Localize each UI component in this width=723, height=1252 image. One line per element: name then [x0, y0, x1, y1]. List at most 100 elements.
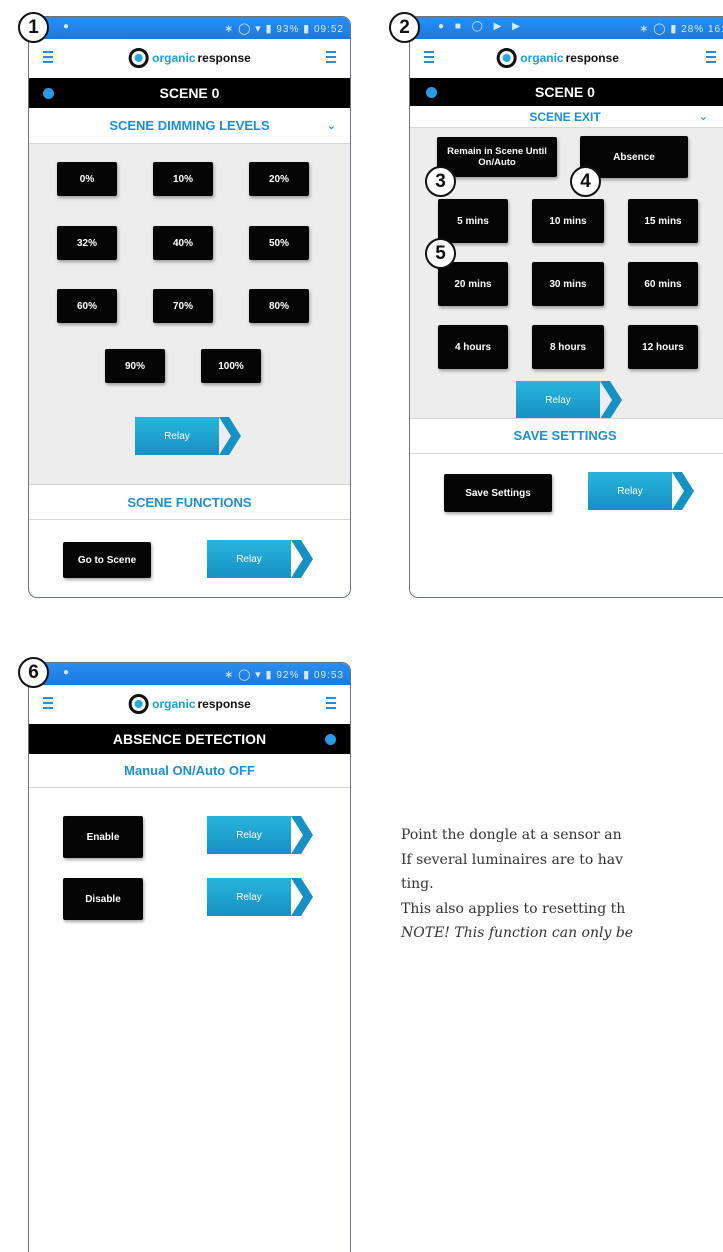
clock: 09:53: [313, 670, 344, 681]
section-header-mode: Manual ON/Auto OFF: [29, 754, 350, 788]
level-0-button[interactable]: 0%: [57, 162, 117, 196]
bluetooth-icon: ∗: [224, 669, 235, 681]
page-title: SCENE 0: [535, 84, 595, 100]
time-4-hours-button[interactable]: 4 hours: [438, 325, 508, 369]
remain-in-scene-button[interactable]: Remain in Scene Until On/Auto: [437, 137, 557, 177]
relay-button-enable[interactable]: Relay: [207, 814, 315, 856]
section-title: SCENE DIMMING LEVELS: [109, 118, 270, 133]
relay-button-disable[interactable]: Relay: [207, 876, 315, 918]
relay-label: Relay: [135, 417, 219, 455]
level-40-button[interactable]: 40%: [153, 226, 213, 260]
alarm-icon: ◯: [238, 669, 252, 681]
notification-icon: ●: [63, 667, 74, 678]
time-60-mins-button[interactable]: 60 mins: [628, 262, 698, 306]
signal-icon: ▮: [265, 23, 273, 35]
level-70-button[interactable]: 70%: [153, 289, 213, 323]
level-60-button[interactable]: 60%: [57, 289, 117, 323]
level-20-button[interactable]: 20%: [249, 162, 309, 196]
relay-button-secondary[interactable]: Relay: [207, 538, 315, 580]
battery-icon: ▮: [303, 669, 311, 681]
level-100-button[interactable]: 100%: [201, 349, 261, 383]
dimming-panel: 0% 10% 20% 32% 40% 50% 60% 70% 80% 90% 1…: [29, 144, 350, 407]
wifi-icon: ▾: [255, 669, 262, 681]
logo-mark-icon: [128, 48, 149, 68]
app-header: organic response: [29, 685, 350, 724]
status-indicators: ∗ ◯ ▮ 28% 16:59: [639, 22, 723, 35]
level-10-button[interactable]: 10%: [153, 162, 213, 196]
brand-logo: organic response: [496, 48, 619, 68]
brand-name-part2: response: [197, 697, 251, 711]
chevron-right-icon: [291, 540, 313, 578]
chevron-right-icon: [291, 878, 313, 916]
brand-name-part2: response: [565, 51, 619, 65]
status-bar: ● ■ ◯ ▶ ▶ ∗ ◯ ▮ 28% 16:59: [410, 17, 723, 39]
time-12-hours-button[interactable]: 12 hours: [628, 325, 698, 369]
section-title: Manual ON/Auto OFF: [124, 763, 255, 778]
time-20-mins-button[interactable]: 20 mins: [438, 262, 508, 306]
go-to-scene-button[interactable]: Go to Scene: [63, 542, 151, 578]
chevron-down-icon[interactable]: ⌄: [327, 108, 336, 144]
signal-icon: ▮: [670, 23, 678, 35]
time-30-mins-button[interactable]: 30 mins: [532, 262, 604, 306]
menu-icon[interactable]: [43, 51, 53, 63]
relay-label: Relay: [516, 381, 600, 419]
level-50-button[interactable]: 50%: [249, 226, 309, 260]
wifi-icon: ▾: [255, 23, 262, 35]
settings-menu-icon[interactable]: [706, 51, 716, 63]
battery-icon: ▮: [303, 23, 311, 35]
settings-menu-icon[interactable]: [326, 697, 336, 709]
body-text-line: If several luminaires are to hav: [401, 852, 624, 868]
brand-name-part1: organic: [520, 51, 564, 65]
chevron-down-icon[interactable]: ⌄: [699, 106, 708, 128]
section-header-save: SAVE SETTINGS: [410, 418, 723, 454]
chevron-right-icon: [672, 472, 694, 510]
step-badge-5: 5: [425, 238, 456, 269]
menu-icon[interactable]: [424, 51, 434, 63]
relay-label: Relay: [207, 816, 291, 854]
clock: 09:52: [313, 24, 344, 35]
brand-logo: organic response: [128, 694, 251, 714]
step-badge-2: 2: [389, 12, 420, 43]
level-32-button[interactable]: 32%: [57, 226, 117, 260]
chevron-right-icon: [600, 381, 622, 419]
relay-button-secondary[interactable]: Relay: [588, 470, 696, 512]
time-15-mins-button[interactable]: 15 mins: [628, 199, 698, 243]
time-8-hours-button[interactable]: 8 hours: [532, 325, 604, 369]
step-badge-6: 6: [18, 657, 49, 688]
brand-name-part1: organic: [152, 51, 196, 65]
clock: 16:59: [707, 24, 723, 35]
save-settings-button[interactable]: Save Settings: [444, 474, 552, 512]
menu-icon[interactable]: [43, 697, 53, 709]
info-icon[interactable]: [325, 734, 336, 745]
disable-button[interactable]: Disable: [63, 878, 143, 920]
section-header-dimming[interactable]: SCENE DIMMING LEVELS ⌄: [29, 108, 350, 144]
section-header-exit[interactable]: SCENE EXIT ⌄: [410, 106, 723, 128]
relay-button[interactable]: Relay: [135, 415, 243, 457]
back-icon[interactable]: [43, 88, 54, 99]
page-title: SCENE 0: [159, 85, 220, 101]
functions-row: Go to Scene Relay: [29, 520, 350, 580]
level-90-button[interactable]: 90%: [105, 349, 165, 383]
relay-label: Relay: [207, 540, 291, 578]
section-title: SCENE EXIT: [529, 110, 601, 124]
status-bar: ● ∗ ◯ ▾ ▮ 92% ▮ 09:53: [29, 663, 350, 685]
save-row: Save Settings Relay: [410, 454, 723, 524]
phone-screen-absence-detection: ● ∗ ◯ ▾ ▮ 92% ▮ 09:53 organic response A…: [28, 662, 351, 1252]
alarm-icon: ◯: [653, 23, 667, 35]
time-5-mins-button[interactable]: 5 mins: [438, 199, 508, 243]
app-header: organic response: [410, 39, 723, 78]
settings-menu-icon[interactable]: [326, 51, 336, 63]
chevron-right-icon: [291, 816, 313, 854]
page-title-bar: SCENE 0: [410, 78, 723, 106]
back-icon[interactable]: [426, 87, 437, 98]
relay-button[interactable]: Relay: [516, 379, 624, 421]
page-title-bar: ABSENCE DETECTION: [29, 724, 350, 754]
enable-button[interactable]: Enable: [63, 816, 143, 858]
phone-screen-scene-dimming: ● ∗ ◯ ▾ ▮ 93% ▮ 09:52 organic response S…: [28, 16, 351, 598]
step-badge-1: 1: [18, 12, 49, 43]
bluetooth-icon: ∗: [224, 23, 235, 35]
battery-level: 93%: [276, 24, 300, 35]
level-80-button[interactable]: 80%: [249, 289, 309, 323]
time-10-mins-button[interactable]: 10 mins: [532, 199, 604, 243]
page-title-bar: SCENE 0: [29, 78, 350, 108]
